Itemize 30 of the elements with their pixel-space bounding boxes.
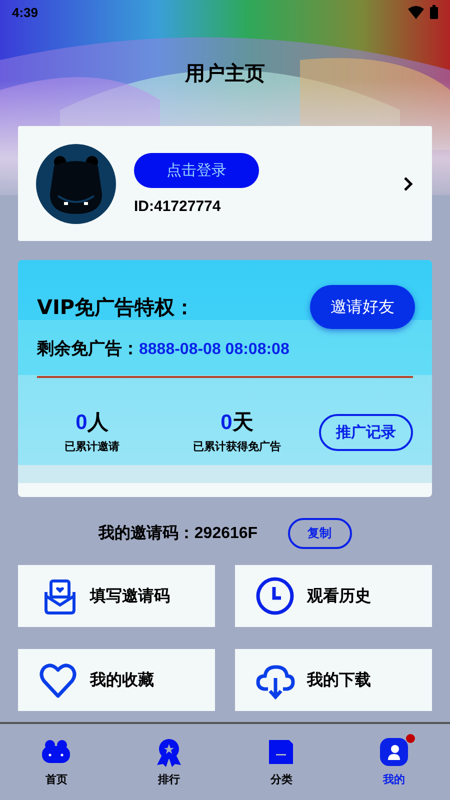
- tab[interactable]: 我的: [338, 724, 450, 800]
- invite-code-label: 我的邀请码：: [98, 523, 194, 544]
- menu-item[interactable]: 我的收藏: [18, 649, 215, 711]
- wifi-icon: [408, 6, 424, 18]
- user-id: ID:41727774: [134, 198, 222, 214]
- remaining-time: 8888-08-08 08:08:08: [139, 341, 290, 359]
- page-title: 用户主页: [185, 60, 265, 87]
- menu-item[interactable]: 观看历史: [235, 565, 432, 627]
- stat-value: 0人: [76, 410, 108, 435]
- promotion-records-button[interactable]: 推广记录: [319, 414, 413, 450]
- copy-button[interactable]: 复制: [288, 518, 352, 549]
- invite-code: 292616F: [194, 524, 258, 542]
- invite-friends-button[interactable]: 邀请好友: [310, 285, 415, 329]
- clock-icon: [255, 576, 295, 616]
- tab[interactable]: 排行: [112, 724, 225, 800]
- tab[interactable]: 分类: [225, 724, 338, 800]
- menu-item[interactable]: 填写邀请码: [18, 565, 215, 627]
- tab[interactable]: 首页: [0, 724, 112, 800]
- status-time: 4:39: [12, 4, 38, 20]
- profile-card[interactable]: 点击登录 ID:41727774: [18, 126, 432, 241]
- battery-icon: [430, 5, 438, 19]
- login-button[interactable]: 点击登录: [134, 152, 259, 188]
- remaining-label: 剩余免广告：: [37, 338, 139, 360]
- stat-value: 0天: [220, 410, 254, 435]
- stat-label: 已累计获得免广告: [193, 439, 281, 454]
- stat-label: 已累计邀请: [64, 439, 120, 454]
- chevron-right-icon: [402, 176, 414, 192]
- menu-item[interactable]: 我的下载: [235, 649, 432, 711]
- vip-title: VIP免广告特权：: [37, 294, 195, 320]
- profile-icon: [378, 737, 409, 767]
